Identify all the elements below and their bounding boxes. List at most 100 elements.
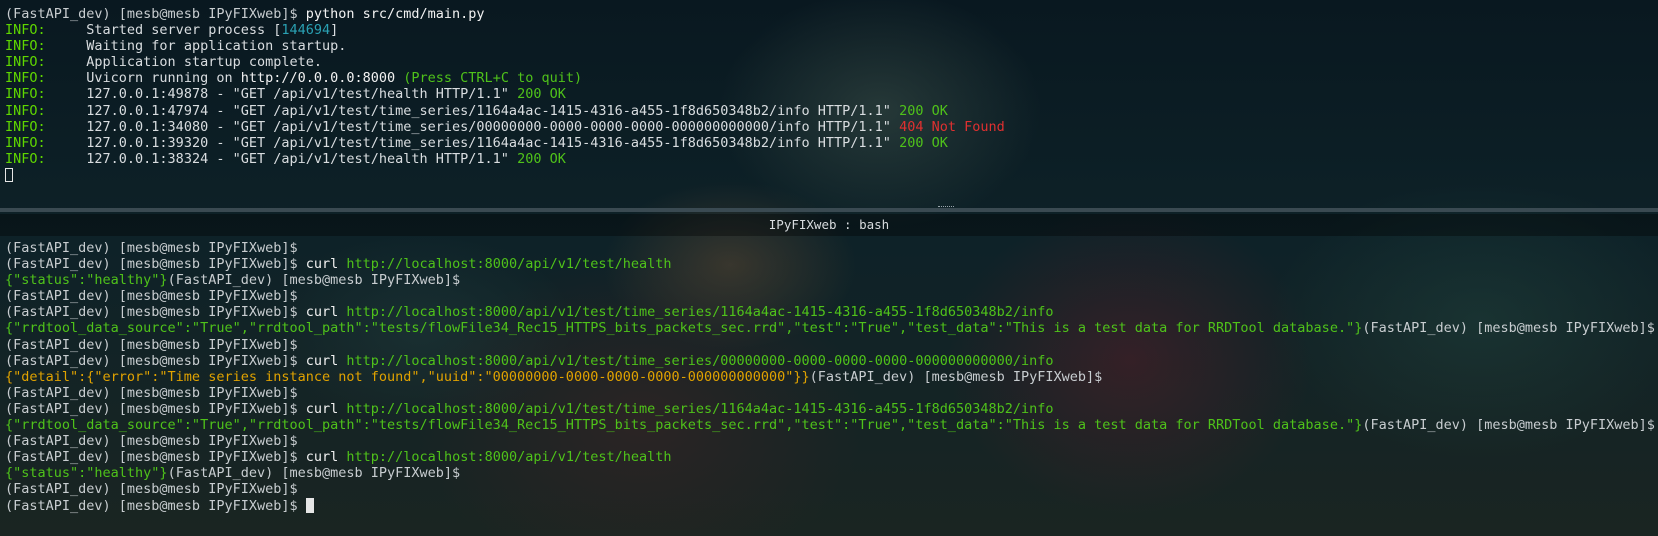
prompt-line: (FastAPI_dev) [mesb@mesb IPyFIXweb]$ <box>5 433 1658 449</box>
curl-command: curl <box>305 256 339 273</box>
shell-prompt: (FastAPI_dev) [mesb@mesb IPyFIXweb]$ <box>167 272 461 289</box>
run-command: python src/cmd/main.py <box>305 6 485 22</box>
prompt-line: (FastAPI_dev) [mesb@mesb IPyFIXweb]$ <box>5 337 1658 353</box>
response-line: {"detail":{"error":"Time series instance… <box>5 369 1658 385</box>
prompt-line: (FastAPI_dev) [mesb@mesb IPyFIXweb]$ <box>5 385 1658 401</box>
log-line: INFO: Uvicorn running on http://0.0.0.0:… <box>5 70 1658 86</box>
access-log-line: INFO: 127.0.0.1:49878 - "GET /api/v1/tes… <box>5 86 566 103</box>
log-level: INFO: <box>5 150 46 167</box>
log-message: Application startup complete. <box>86 54 322 71</box>
active-prompt-line[interactable]: (FastAPI_dev) [mesb@mesb IPyFIXweb]$ <box>5 498 1658 514</box>
response-line: {"status":"healthy"}(FastAPI_dev) [mesb@… <box>5 272 1658 288</box>
prompt-line: (FastAPI_dev) [mesb@mesb IPyFIXweb]$ <box>5 240 1658 256</box>
log-level: INFO: <box>5 54 46 71</box>
log-level: INFO: <box>5 134 46 151</box>
server-command-line: (FastAPI_dev) [mesb@mesb IPyFIXweb]$ pyt… <box>5 6 1658 22</box>
command-line: (FastAPI_dev) [mesb@mesb IPyFIXweb]$ cur… <box>5 449 1658 465</box>
log-level: INFO: <box>5 38 46 55</box>
log-message: Started server process [ <box>86 22 282 39</box>
log-message: Waiting for application startup. <box>86 38 347 55</box>
shell-prompt: (FastAPI_dev) [mesb@mesb IPyFIXweb]$ <box>167 465 461 482</box>
command-line: (FastAPI_dev) [mesb@mesb IPyFIXweb]$ cur… <box>5 304 1658 320</box>
request-line: "GET /api/v1/test/time_series/00000000-0… <box>232 118 891 135</box>
client-address: 127.0.0.1:34080 <box>86 118 209 135</box>
status-ok: 200 OK <box>517 86 566 103</box>
shell-prompt: (FastAPI_dev) [mesb@mesb IPyFIXweb]$ <box>1362 320 1655 337</box>
server-url[interactable]: http://0.0.0.0:8000 <box>241 70 395 86</box>
terminal-cursor-inactive <box>5 167 13 182</box>
pane-title: IPyFIXweb : bash <box>768 217 890 232</box>
log-level: INFO: <box>5 86 46 103</box>
shell-prompt: (FastAPI_dev) [mesb@mesb IPyFIXweb]$ <box>5 497 298 514</box>
shell-prompt: (FastAPI_dev) [mesb@mesb IPyFIXweb]$ <box>809 368 1103 385</box>
response-line: {"status":"healthy"}(FastAPI_dev) [mesb@… <box>5 465 1658 481</box>
prompt-line: (FastAPI_dev) [mesb@mesb IPyFIXweb]$ <box>5 481 1658 497</box>
status-ok: 200 OK <box>899 102 948 119</box>
request-url[interactable]: http://localhost:8000/api/v1/test/time_s… <box>346 401 1053 417</box>
json-response: {"status":"healthy"} <box>5 465 168 482</box>
json-response: {"status":"healthy"} <box>5 272 168 289</box>
response-line: {"rrdtool_data_source":"True","rrdtool_p… <box>5 320 1658 336</box>
process-id: 144694 <box>281 22 331 39</box>
shell-prompt: (FastAPI_dev) [mesb@mesb IPyFIXweb]$ <box>5 6 298 22</box>
command-line: (FastAPI_dev) [mesb@mesb IPyFIXweb]$ cur… <box>5 353 1658 369</box>
access-log-line: INFO: 127.0.0.1:39320 - "GET /api/v1/tes… <box>5 134 948 151</box>
pane-title-bar: IPyFIXweb : bash <box>0 214 1658 236</box>
cursor-line <box>5 167 1658 183</box>
log-message-tail: ] <box>330 22 339 39</box>
shell-prompt: (FastAPI_dev) [mesb@mesb IPyFIXweb]$ <box>5 336 298 353</box>
shell-prompt: (FastAPI_dev) [mesb@mesb IPyFIXweb]$ <box>5 256 298 273</box>
log-level: INFO: <box>5 102 46 119</box>
prompt-line: (FastAPI_dev) [mesb@mesb IPyFIXweb]$ <box>5 288 1658 304</box>
access-log-line: INFO: 127.0.0.1:47974 - "GET /api/v1/tes… <box>5 102 948 119</box>
shell-prompt: (FastAPI_dev) [mesb@mesb IPyFIXweb]$ <box>1362 417 1655 434</box>
request-line: "GET /api/v1/test/health HTTP/1.1" <box>232 86 509 103</box>
request-url[interactable]: http://localhost:8000/api/v1/test/health <box>346 256 671 272</box>
server-terminal-pane[interactable]: (FastAPI_dev) [mesb@mesb IPyFIXweb]$ pyt… <box>0 6 1658 198</box>
access-log-line: INFO: 127.0.0.1:34080 - "GET /api/v1/tes… <box>5 118 1005 135</box>
shell-prompt: (FastAPI_dev) [mesb@mesb IPyFIXweb]$ <box>5 240 298 256</box>
log-level: INFO: <box>5 70 46 87</box>
json-error-response: {"detail":{"error":"Time series instance… <box>5 368 810 385</box>
shell-prompt: (FastAPI_dev) [mesb@mesb IPyFIXweb]$ <box>5 304 298 321</box>
client-address: 127.0.0.1:39320 <box>86 134 209 151</box>
client-address: 127.0.0.1:38324 <box>86 150 209 167</box>
client-address: 127.0.0.1:47974 <box>86 102 209 119</box>
shell-prompt: (FastAPI_dev) [mesb@mesb IPyFIXweb]$ <box>5 288 298 305</box>
log-line: INFO: Waiting for application startup. <box>5 38 1658 54</box>
shell-prompt: (FastAPI_dev) [mesb@mesb IPyFIXweb]$ <box>5 400 298 417</box>
request-line: "GET /api/v1/test/health HTTP/1.1" <box>232 150 509 167</box>
terminal-cursor[interactable] <box>305 498 314 513</box>
request-line: "GET /api/v1/test/time_series/1164a4ac-1… <box>232 102 891 119</box>
client-address: 127.0.0.1:49878 <box>86 86 209 103</box>
client-terminal-pane[interactable]: (FastAPI_dev) [mesb@mesb IPyFIXweb]$ (Fa… <box>0 240 1658 530</box>
split-handle-icon[interactable] <box>938 206 954 209</box>
curl-command: curl <box>305 449 339 466</box>
response-line: {"rrdtool_data_source":"True","rrdtool_p… <box>5 417 1658 433</box>
shell-prompt: (FastAPI_dev) [mesb@mesb IPyFIXweb]$ <box>5 481 298 498</box>
request-url[interactable]: http://localhost:8000/api/v1/test/time_s… <box>346 353 1053 369</box>
log-line: INFO: Application startup complete. <box>5 54 1658 70</box>
log-level: INFO: <box>5 118 46 135</box>
request-line: "GET /api/v1/test/time_series/1164a4ac-1… <box>232 134 891 151</box>
log-line: INFO: Started server process [144694] <box>5 22 1658 38</box>
shell-prompt: (FastAPI_dev) [mesb@mesb IPyFIXweb]$ <box>5 433 298 450</box>
request-url[interactable]: http://localhost:8000/api/v1/test/health <box>346 449 671 465</box>
command-line: (FastAPI_dev) [mesb@mesb IPyFIXweb]$ cur… <box>5 256 1658 272</box>
quit-hint: (Press CTRL+C to quit) <box>395 70 583 87</box>
curl-command: curl <box>305 352 339 369</box>
json-response: {"rrdtool_data_source":"True","rrdtool_p… <box>5 417 1363 434</box>
shell-prompt: (FastAPI_dev) [mesb@mesb IPyFIXweb]$ <box>5 384 298 401</box>
access-log-line: INFO: 127.0.0.1:38324 - "GET /api/v1/tes… <box>5 150 566 167</box>
json-response: {"rrdtool_data_source":"True","rrdtool_p… <box>5 320 1363 337</box>
status-ok: 200 OK <box>899 134 948 151</box>
shell-prompt: (FastAPI_dev) [mesb@mesb IPyFIXweb]$ <box>5 352 298 369</box>
pane-split-divider[interactable] <box>0 208 1658 212</box>
status-ok: 200 OK <box>517 150 566 167</box>
request-url[interactable]: http://localhost:8000/api/v1/test/time_s… <box>346 304 1053 320</box>
log-level: INFO: <box>5 22 46 39</box>
status-not-found: 404 Not Found <box>899 118 1005 135</box>
shell-prompt: (FastAPI_dev) [mesb@mesb IPyFIXweb]$ <box>5 449 298 466</box>
command-line: (FastAPI_dev) [mesb@mesb IPyFIXweb]$ cur… <box>5 401 1658 417</box>
log-message: Uvicorn running on <box>86 70 241 87</box>
